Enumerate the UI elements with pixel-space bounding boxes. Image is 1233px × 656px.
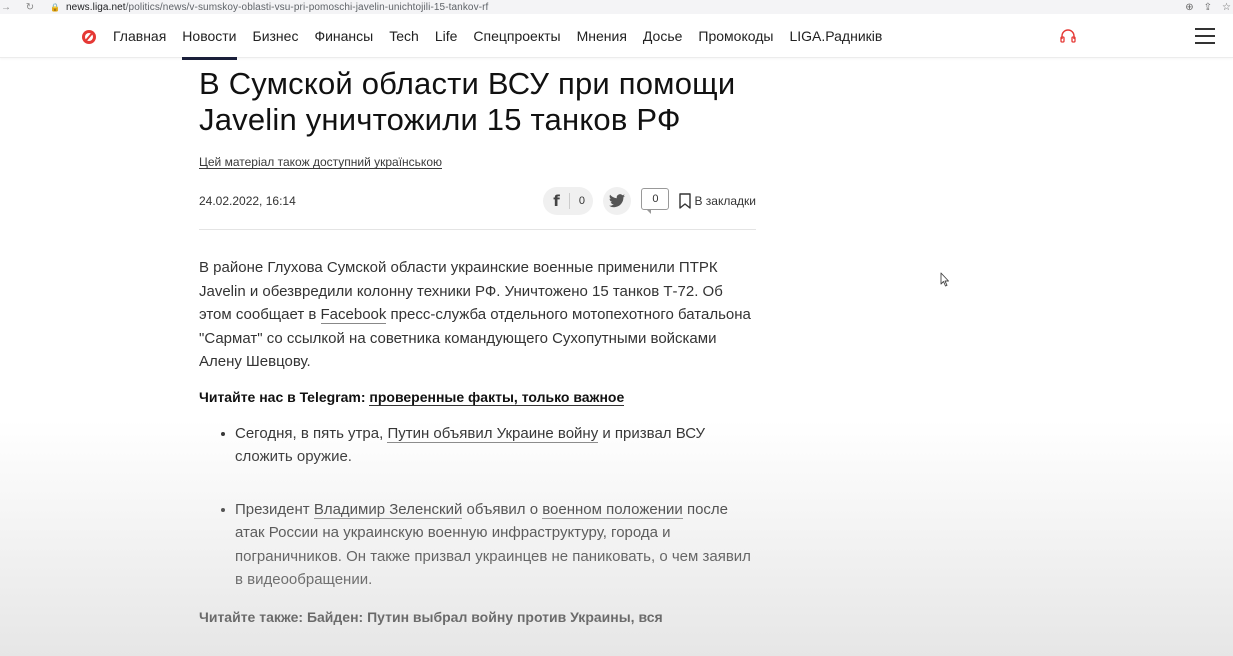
nav-item-promocodes[interactable]: Промокоды — [698, 14, 773, 58]
twitter-icon — [609, 194, 626, 208]
meta-divider — [199, 229, 756, 230]
ukrainian-version-link[interactable]: Цей матеріал також доступний українською — [199, 155, 442, 169]
bullet-2-text-1: Президент — [235, 500, 314, 518]
bullet-1-text-1: Сегодня, в пять утра, — [235, 424, 388, 442]
comment-bubble-tail — [646, 209, 652, 214]
bullet-2-text-2: объявил о — [462, 500, 543, 518]
lock-icon[interactable]: 🔒 — [50, 3, 60, 12]
list-item: Сегодня, в пять утра, Путин объявил Укра… — [221, 422, 756, 469]
read-also[interactable]: Читайте также: Байден: Путин выбрал войн… — [199, 609, 756, 625]
bookmark-icon — [679, 193, 692, 209]
reload-icon[interactable]: ↻ — [24, 2, 36, 13]
publish-date: 24.02.2022, 16:14 — [199, 194, 296, 208]
nav-item-life[interactable]: Life — [435, 14, 458, 58]
headphones-icon[interactable] — [1059, 28, 1077, 44]
facebook-share-button[interactable]: f 0 — [543, 187, 594, 215]
menu-hamburger-icon[interactable] — [1195, 28, 1215, 44]
article-title: В Сумской области ВСУ при помощи Javelin… — [199, 66, 736, 137]
nav-item-tech[interactable]: Tech — [389, 14, 419, 58]
article-meta: 24.02.2022, 16:14 f 0 0 В закладки — [199, 186, 756, 216]
star-icon[interactable]: ☆ — [1222, 2, 1231, 13]
address-url[interactable]: news.liga.net/politics/news/v-sumskoy-ob… — [66, 2, 488, 13]
bookmark-label: В закладки — [694, 194, 756, 208]
browser-address-bar: → ↻ 🔒 news.liga.net/politics/news/v-sums… — [0, 0, 1233, 14]
martial-law-link[interactable]: военном положении — [542, 500, 683, 519]
telegram-promo: Читайте нас в Telegram: проверенные факт… — [199, 387, 756, 407]
share-bar: f 0 0 В закладки — [543, 186, 756, 216]
facebook-icon: f — [553, 192, 560, 210]
nav-item-liga-radnykiv[interactable]: LIGA.Радників — [789, 14, 882, 58]
bullet-list: Сегодня, в пять утра, Путин объявил Укра… — [199, 422, 756, 592]
url-host: news.liga.net — [66, 1, 126, 13]
nav-item-business[interactable]: Бизнес — [253, 14, 299, 58]
comments-button[interactable]: 0 — [641, 188, 670, 214]
nav-item-dossier[interactable]: Досье — [643, 14, 683, 58]
telegram-link[interactable]: проверенные факты, только важное — [369, 388, 625, 406]
liga-logo-icon[interactable] — [82, 30, 96, 44]
facebook-link[interactable]: Facebook — [320, 306, 387, 324]
browser-action-icons: ⊕ ⇪ ☆ — [1185, 0, 1233, 14]
site-header: Главная Новости Бизнес Финансы Tech Life… — [0, 14, 1233, 60]
nav-item-news[interactable]: Новости — [182, 14, 237, 60]
share-icon[interactable]: ⇪ — [1204, 2, 1212, 13]
nav-item-specprojects[interactable]: Спецпроекты — [473, 14, 560, 58]
url-path: /politics/news/v-sumskoy-oblasti-vsu-pri… — [125, 1, 489, 13]
comments-count: 0 — [641, 188, 670, 210]
nav-item-finance[interactable]: Финансы — [314, 14, 373, 58]
facebook-share-count: 0 — [578, 195, 586, 207]
zelensky-link[interactable]: Владимир Зеленский — [313, 500, 463, 519]
mouse-cursor-icon — [940, 272, 950, 293]
telegram-prefix: Читайте нас в Telegram: — [199, 388, 370, 405]
zoom-icon[interactable]: ⊕ — [1185, 2, 1193, 13]
list-item: Президент Владимир Зеленский объявил о в… — [221, 498, 756, 592]
putin-war-link[interactable]: Путин объявил Украине войну — [387, 424, 599, 443]
twitter-share-button[interactable] — [603, 187, 632, 215]
back-arrow-icon[interactable]: → — [0, 2, 12, 13]
article-lead: В районе Глухова Сумской области украинс… — [199, 256, 756, 374]
nav-item-main[interactable]: Главная — [113, 14, 166, 58]
article: В Сумской области ВСУ при помощи Javelin… — [199, 66, 756, 625]
bookmark-button[interactable]: В закладки — [679, 193, 756, 209]
nav-item-opinions[interactable]: Мнения — [577, 14, 627, 58]
main-menu: Главная Новости Бизнес Финансы Tech Life… — [113, 14, 898, 60]
